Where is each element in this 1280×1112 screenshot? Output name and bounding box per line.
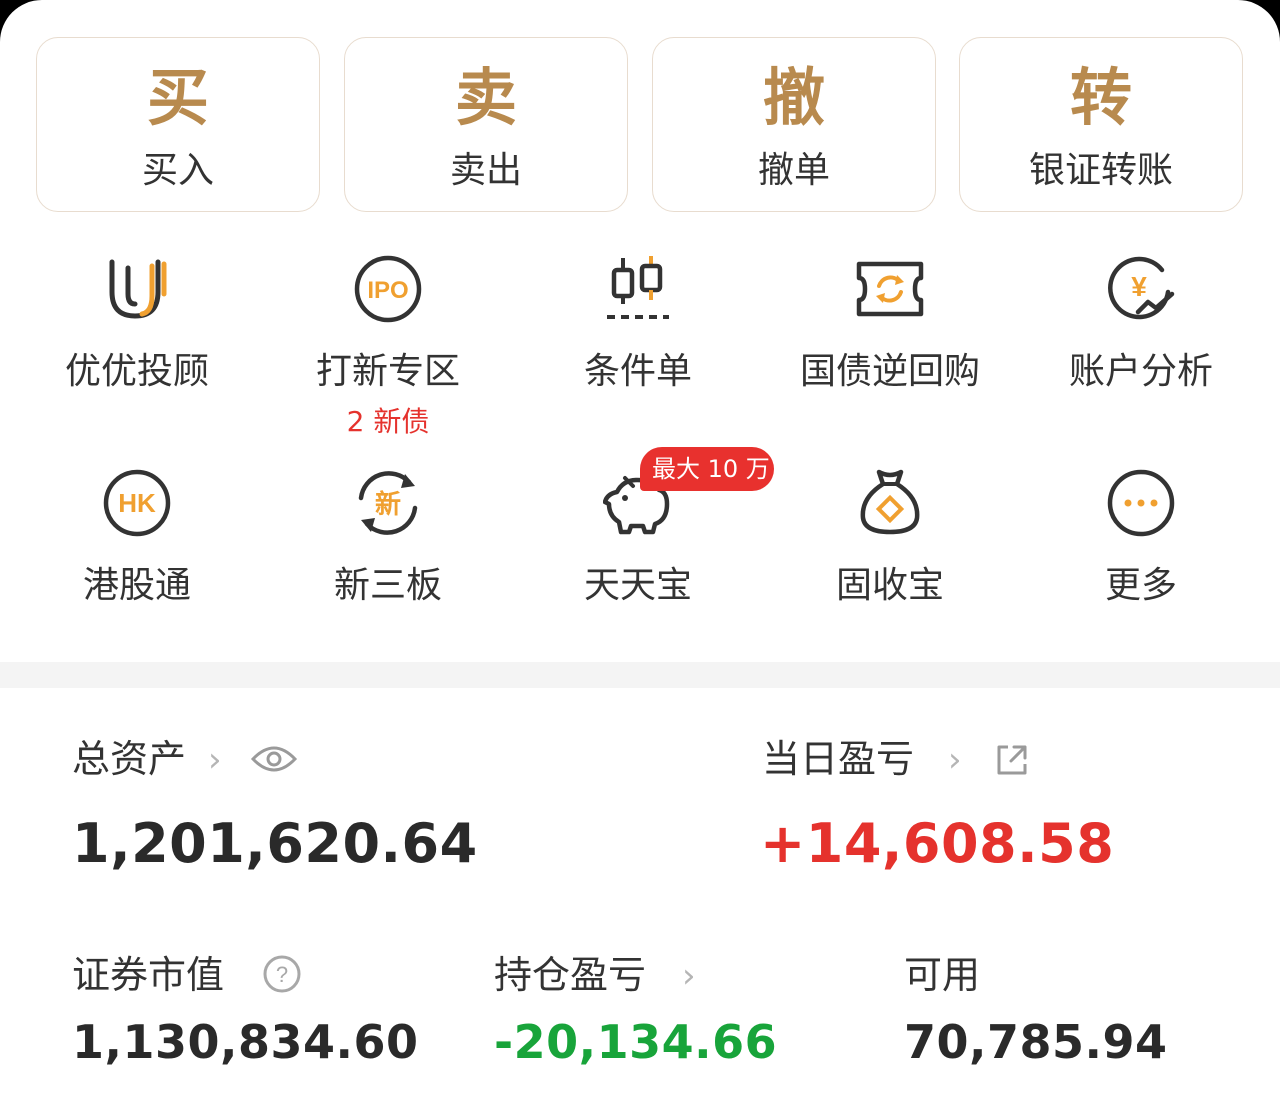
promo-badge: 最大 10 万 <box>640 447 774 491</box>
svg-text:HK: HK <box>118 488 156 518</box>
uu-advisor-icon <box>102 254 172 324</box>
cancel-label: 撤单 <box>757 150 830 191</box>
market-value-label: 证券市值 <box>72 953 225 997</box>
total-assets-value: 1,201,620.64 <box>72 812 478 875</box>
trade-actions: 买 买入 卖 卖出 撤 撤单 转 银证转账 <box>36 37 1244 214</box>
money-bag-icon <box>855 468 925 538</box>
bond-repo-label: 国债逆回购 <box>799 351 980 392</box>
sell-glyph: 卖 <box>454 61 517 134</box>
guoshoubao-label: 固收宝 <box>835 565 944 606</box>
buy-label: 买入 <box>141 150 214 191</box>
buy-glyph: 买 <box>146 61 209 134</box>
svg-text:新: 新 <box>375 489 401 520</box>
help-icon[interactable]: ? <box>262 954 302 994</box>
sell-button[interactable]: 卖 卖出 <box>344 37 628 212</box>
bank-transfer-button[interactable]: 转 银证转账 <box>959 37 1243 212</box>
new-third-board-label: 新三板 <box>333 565 442 606</box>
hk-connect-item[interactable]: HK 港股通 <box>27 468 247 648</box>
new-bonds-hint: 2 新债 <box>346 405 430 438</box>
conditional-order-label: 条件单 <box>583 351 692 392</box>
more-icon <box>1106 468 1176 538</box>
account-analysis-label: 账户分析 <box>1068 351 1213 392</box>
account-analysis-icon: ¥ <box>1106 254 1176 324</box>
svg-text:¥: ¥ <box>1131 271 1147 302</box>
svg-text:IPO: IPO <box>367 277 408 304</box>
tiantianbao-label: 天天宝 <box>583 565 692 606</box>
more-item[interactable]: 更多 <box>1031 468 1251 648</box>
share-icon[interactable] <box>994 742 1030 778</box>
cancel-order-button[interactable]: 撤 撤单 <box>652 37 936 212</box>
available-label: 可用 <box>904 953 981 997</box>
ipo-zone-label: 打新专区 <box>315 351 460 392</box>
holding-pl-label[interactable]: 持仓盈亏 <box>494 950 646 1000</box>
candlestick-icon <box>603 254 673 324</box>
chevron-right-icon[interactable]: › <box>208 740 222 780</box>
account-analysis-item[interactable]: ¥ 账户分析 <box>1031 254 1251 434</box>
holding-pl-value: -20,134.66 <box>494 1015 778 1069</box>
trade-page: 买 买入 卖 卖出 撤 撤单 转 银证转账 优优投顾 IPO 打新专区 2 新债… <box>0 0 1280 1112</box>
available-value: 70,785.94 <box>904 1015 1168 1069</box>
conditional-order-item[interactable]: 条件单 <box>528 254 748 434</box>
sell-label: 卖出 <box>449 150 522 191</box>
ipo-zone-item[interactable]: IPO 打新专区 2 新债 <box>278 254 498 438</box>
market-value: 1,130,834.60 <box>72 1015 419 1069</box>
daily-pl-label[interactable]: 当日盈亏 <box>762 734 914 784</box>
chevron-right-icon[interactable]: › <box>948 740 962 780</box>
section-divider <box>0 662 1280 688</box>
uu-advisor-label: 优优投顾 <box>64 351 209 392</box>
transfer-glyph: 转 <box>1069 61 1132 134</box>
more-label: 更多 <box>1104 565 1177 606</box>
bond-repo-item[interactable]: 国债逆回购 <box>780 254 1000 434</box>
svg-text:?: ? <box>276 962 288 987</box>
ipo-icon: IPO <box>353 254 423 324</box>
chevron-right-icon[interactable]: › <box>682 956 696 996</box>
guoshoubao-item[interactable]: 固收宝 <box>780 468 1000 648</box>
new-third-board-item[interactable]: 新 新三板 <box>278 468 498 648</box>
uu-advisor-item[interactable]: 优优投顾 <box>27 254 247 434</box>
transfer-label: 银证转账 <box>1028 150 1173 191</box>
new-third-board-icon: 新 <box>353 468 423 538</box>
cancel-glyph: 撤 <box>762 61 825 134</box>
buy-button[interactable]: 买 买入 <box>36 37 320 212</box>
hk-icon: HK <box>102 468 172 538</box>
tiantianbao-item[interactable]: 天天宝 <box>528 468 748 648</box>
hk-connect-label: 港股通 <box>82 565 191 606</box>
daily-pl-value: +14,608.58 <box>760 812 1115 875</box>
bond-repo-icon <box>855 254 925 324</box>
total-assets-label[interactable]: 总资产 <box>72 734 186 784</box>
eye-icon[interactable] <box>250 741 298 777</box>
